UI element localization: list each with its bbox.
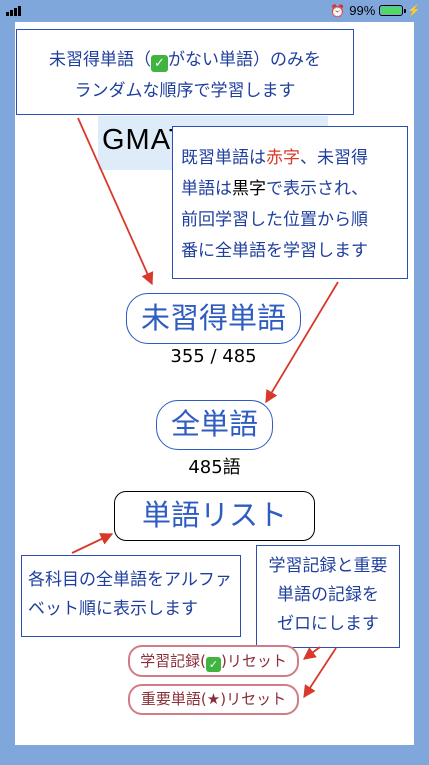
status-bar: ⏰ 99% ⚡ [0,0,429,22]
callout-word-list: 各科目の全単語をアルファ ベット順に表示します [21,555,241,637]
black-text-sample: 黒字 [232,179,266,199]
unlearned-count: 355 / 485 [170,346,257,367]
callout-random-study: 未習得単語（ ✓ がない単語）のみを ランダムな順序で学習します [16,29,354,115]
bolt-icon: ⚡ [407,5,421,17]
reset-important-button[interactable]: 重要単語(★)リセット [128,684,299,715]
alarm-clock-icon: ⏰ [330,3,346,18]
callout-all-words: 既習単語は赤字、未習得 単語は黒字で表示され、 前回学習した位置から順 番に全単… [172,126,408,279]
all-words-button[interactable]: 全単語 [156,400,273,450]
battery-icon [379,5,407,16]
battery-percent: 99% [349,3,376,18]
all-words-count: 485語 [188,457,241,478]
red-text-sample: 赤字 [266,148,300,168]
signal-icon [6,6,24,16]
callout-reset: 学習記録と重要 単語の記録を ゼロにします [256,545,400,648]
unlearned-words-button[interactable]: 未習得単語 [126,293,301,344]
check-icon: ✓ [151,55,168,72]
word-list-button[interactable]: 単語リスト [114,491,315,541]
check-icon: ✓ [206,657,221,672]
reset-learning-button[interactable]: 学習記録(✓)リセット [128,645,299,677]
